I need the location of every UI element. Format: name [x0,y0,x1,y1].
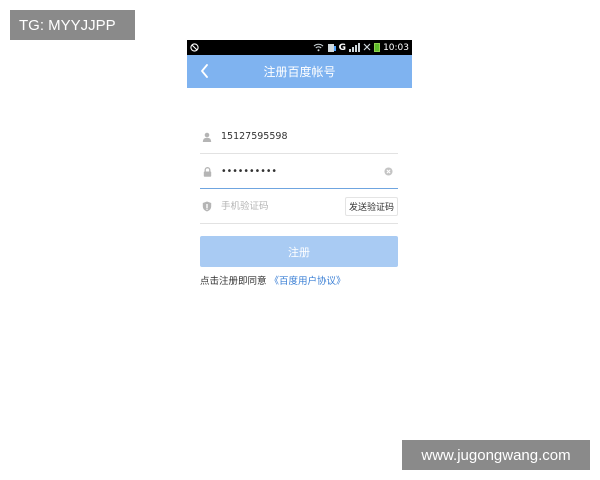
user-icon [200,132,214,142]
user-agreement-link[interactable]: 《百度用户协议》 [270,276,346,287]
password-input[interactable] [221,166,382,177]
clear-password-button[interactable] [382,166,394,178]
send-code-button[interactable]: 发送验证码 [344,197,398,216]
battery-icon [374,43,381,52]
lock-icon [200,166,214,177]
clear-icon [383,167,393,176]
code-field-row: 发送验证码 [200,190,398,224]
sim-icon [327,43,336,53]
phone-screen: G 10:03 注册百度帐号 15127595598 •••••••••• 手机… [187,40,412,300]
site-watermark-label: www.jugongwang.com [402,440,590,470]
tg-watermark-label: TG: MYYJJPP [10,10,135,40]
no-disturb-icon [190,43,199,52]
signal-icon [349,43,361,52]
verification-code-input[interactable] [221,201,345,212]
phone-field-row [200,120,398,154]
agreement-text: 点击注册即同意 《百度用户协议》 [200,273,346,287]
shield-icon [200,201,214,212]
register-button[interactable]: 注册 [200,236,398,267]
password-field-row [200,155,398,189]
signal-off-icon [363,43,371,52]
phone-input[interactable] [221,131,398,142]
chevron-left-icon [200,64,208,78]
status-time: 10:03 [383,42,409,53]
page-title: 注册百度帐号 [263,65,336,79]
app-header: 注册百度帐号 [187,55,412,88]
network-type-label: G [338,42,347,53]
status-bar: G 10:03 [187,40,412,55]
back-button[interactable] [195,62,213,80]
wifi-icon [313,43,324,52]
agreement-prefix: 点击注册即同意 [200,276,267,287]
